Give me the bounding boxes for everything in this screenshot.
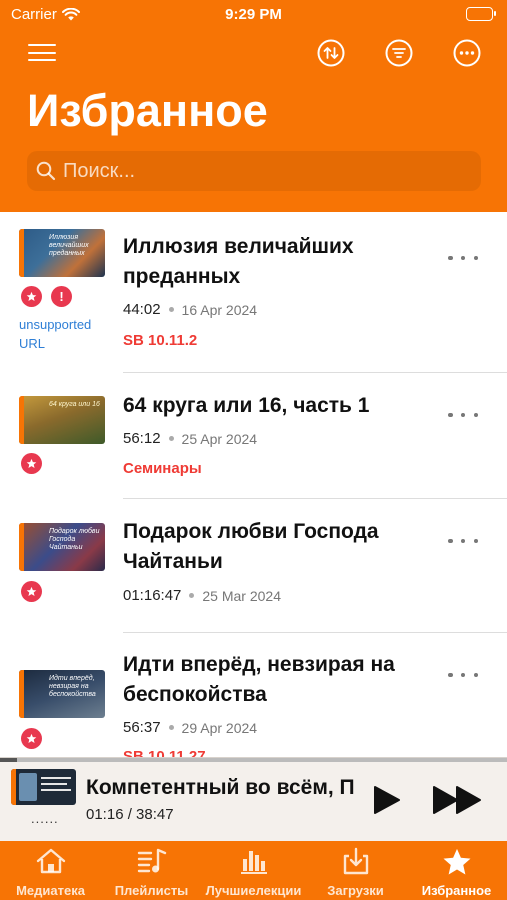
playback-progress[interactable] bbox=[0, 758, 507, 762]
favorite-star-icon[interactable] bbox=[21, 286, 42, 307]
lecture-thumbnail: 64 круга или 16 bbox=[19, 396, 105, 444]
more-icon[interactable] bbox=[448, 536, 478, 546]
thumbnail-caption: Подарок любви Господа Чайтаньи bbox=[49, 528, 100, 551]
tab-playlists[interactable]: Плейлисты bbox=[101, 841, 202, 900]
list-item[interactable]: 64 круга или 16 64 круга или 16, часть 1… bbox=[0, 373, 507, 499]
menu-icon[interactable] bbox=[28, 44, 56, 62]
chart-icon bbox=[240, 851, 267, 874]
playlist-icon bbox=[137, 848, 166, 873]
lecture-reference[interactable]: SB 10.11.2 bbox=[123, 332, 197, 349]
mini-player[interactable]: ...... Компетентный во всём, П 01:16 / 3… bbox=[0, 757, 507, 841]
more-icon[interactable] bbox=[448, 253, 478, 263]
player-title: Компетентный во всём, П bbox=[86, 776, 355, 799]
date: 16 Apr 2024 bbox=[181, 301, 258, 318]
status-bar: Carrier 9:29 PM bbox=[0, 0, 507, 30]
date: 25 Mar 2024 bbox=[202, 587, 281, 604]
more-icon[interactable] bbox=[448, 410, 478, 420]
favorite-star-icon[interactable] bbox=[21, 728, 42, 749]
home-icon bbox=[36, 848, 65, 874]
lecture-title: 64 круга или 16, часть 1 bbox=[123, 394, 370, 417]
lecture-meta: 56:37 29 Apr 2024 bbox=[123, 719, 257, 736]
tab-label: Избранное bbox=[421, 883, 492, 898]
fast-forward-icon[interactable] bbox=[432, 785, 484, 815]
play-icon[interactable] bbox=[372, 785, 402, 815]
player-time: 01:16 / 38:47 bbox=[86, 806, 174, 823]
tab-label: Плейлисты bbox=[114, 883, 189, 898]
lecture-title: Иллюзия величайших преданных bbox=[123, 235, 354, 288]
more-icon[interactable] bbox=[448, 670, 478, 680]
lecture-thumbnail: Идти вперёд, невзирая на беспокойства bbox=[19, 670, 105, 718]
duration: 01:16:47 bbox=[123, 587, 182, 604]
favorite-star-icon[interactable] bbox=[21, 453, 42, 474]
lecture-thumbnail: Иллюзия величайших преданных bbox=[19, 229, 105, 277]
player-thumbnail bbox=[11, 769, 76, 805]
lecture-title: Подарок любви Господа Чайтаньи bbox=[123, 520, 379, 573]
search-icon bbox=[36, 161, 56, 181]
date: 25 Apr 2024 bbox=[181, 430, 258, 447]
thumbnail-caption: 64 круга или 16 bbox=[49, 401, 100, 408]
tab-bar: Медиатека Плейлисты Лучшиелекции Загрузк… bbox=[0, 841, 507, 900]
search-bar[interactable] bbox=[27, 151, 481, 191]
lecture-reference[interactable]: Семинары bbox=[123, 460, 202, 477]
lecture-reference[interactable]: SB 10.11.27 bbox=[123, 748, 206, 757]
thumbnail-caption: Иллюзия величайших преданных bbox=[49, 234, 89, 257]
sort-icon[interactable] bbox=[317, 39, 345, 67]
tab-label: Лучшиелекции bbox=[205, 883, 302, 898]
warning-icon: ! bbox=[51, 286, 72, 307]
tab-label: Загрузки bbox=[327, 883, 384, 898]
duration: 56:12 bbox=[123, 430, 161, 447]
header: Carrier 9:29 PM Избранное bbox=[0, 0, 507, 212]
favorite-star-icon[interactable] bbox=[21, 581, 42, 602]
clock: 9:29 PM bbox=[225, 6, 282, 23]
tab-label: Медиатека bbox=[16, 883, 85, 898]
tab-top-lectures[interactable]: Лучшиелекции bbox=[202, 841, 305, 900]
lecture-title: Идти вперёд, невзирая на беспокойства bbox=[123, 653, 395, 706]
page-title: Избранное bbox=[27, 85, 268, 136]
lecture-meta: 01:16:47 25 Mar 2024 bbox=[123, 587, 281, 604]
tab-downloads[interactable]: Загрузки bbox=[305, 841, 406, 900]
duration: 56:37 bbox=[123, 719, 161, 736]
list-item[interactable]: Подарок любви Господа Чайтаньи Подарок л… bbox=[0, 499, 507, 633]
more-icon[interactable] bbox=[453, 39, 481, 67]
tab-favorites[interactable]: Избранное bbox=[406, 841, 507, 900]
search-input[interactable] bbox=[63, 151, 463, 191]
lecture-meta: 56:12 25 Apr 2024 bbox=[123, 430, 257, 447]
unsupported-url-label: unsupported URL bbox=[19, 317, 92, 351]
battery-icon bbox=[466, 7, 496, 21]
thumbnail-caption: Идти вперёд, невзирая на беспокойства bbox=[49, 675, 96, 698]
star-icon bbox=[443, 848, 470, 875]
date: 29 Apr 2024 bbox=[181, 719, 258, 736]
player-dots: ...... bbox=[31, 811, 59, 826]
download-icon bbox=[343, 847, 368, 875]
lecture-meta: 44:02 16 Apr 2024 bbox=[123, 301, 257, 318]
lecture-thumbnail: Подарок любви Господа Чайтаньи bbox=[19, 523, 105, 571]
list-item[interactable]: Иллюзия величайших преданных ! unsupport… bbox=[0, 212, 507, 373]
filter-icon[interactable] bbox=[385, 39, 413, 67]
list-item[interactable]: Идти вперёд, невзирая на беспокойства Ид… bbox=[0, 633, 507, 757]
tab-library[interactable]: Медиатека bbox=[0, 841, 101, 900]
duration: 44:02 bbox=[123, 301, 161, 318]
favorites-list[interactable]: Иллюзия величайших преданных ! unsupport… bbox=[0, 212, 507, 757]
